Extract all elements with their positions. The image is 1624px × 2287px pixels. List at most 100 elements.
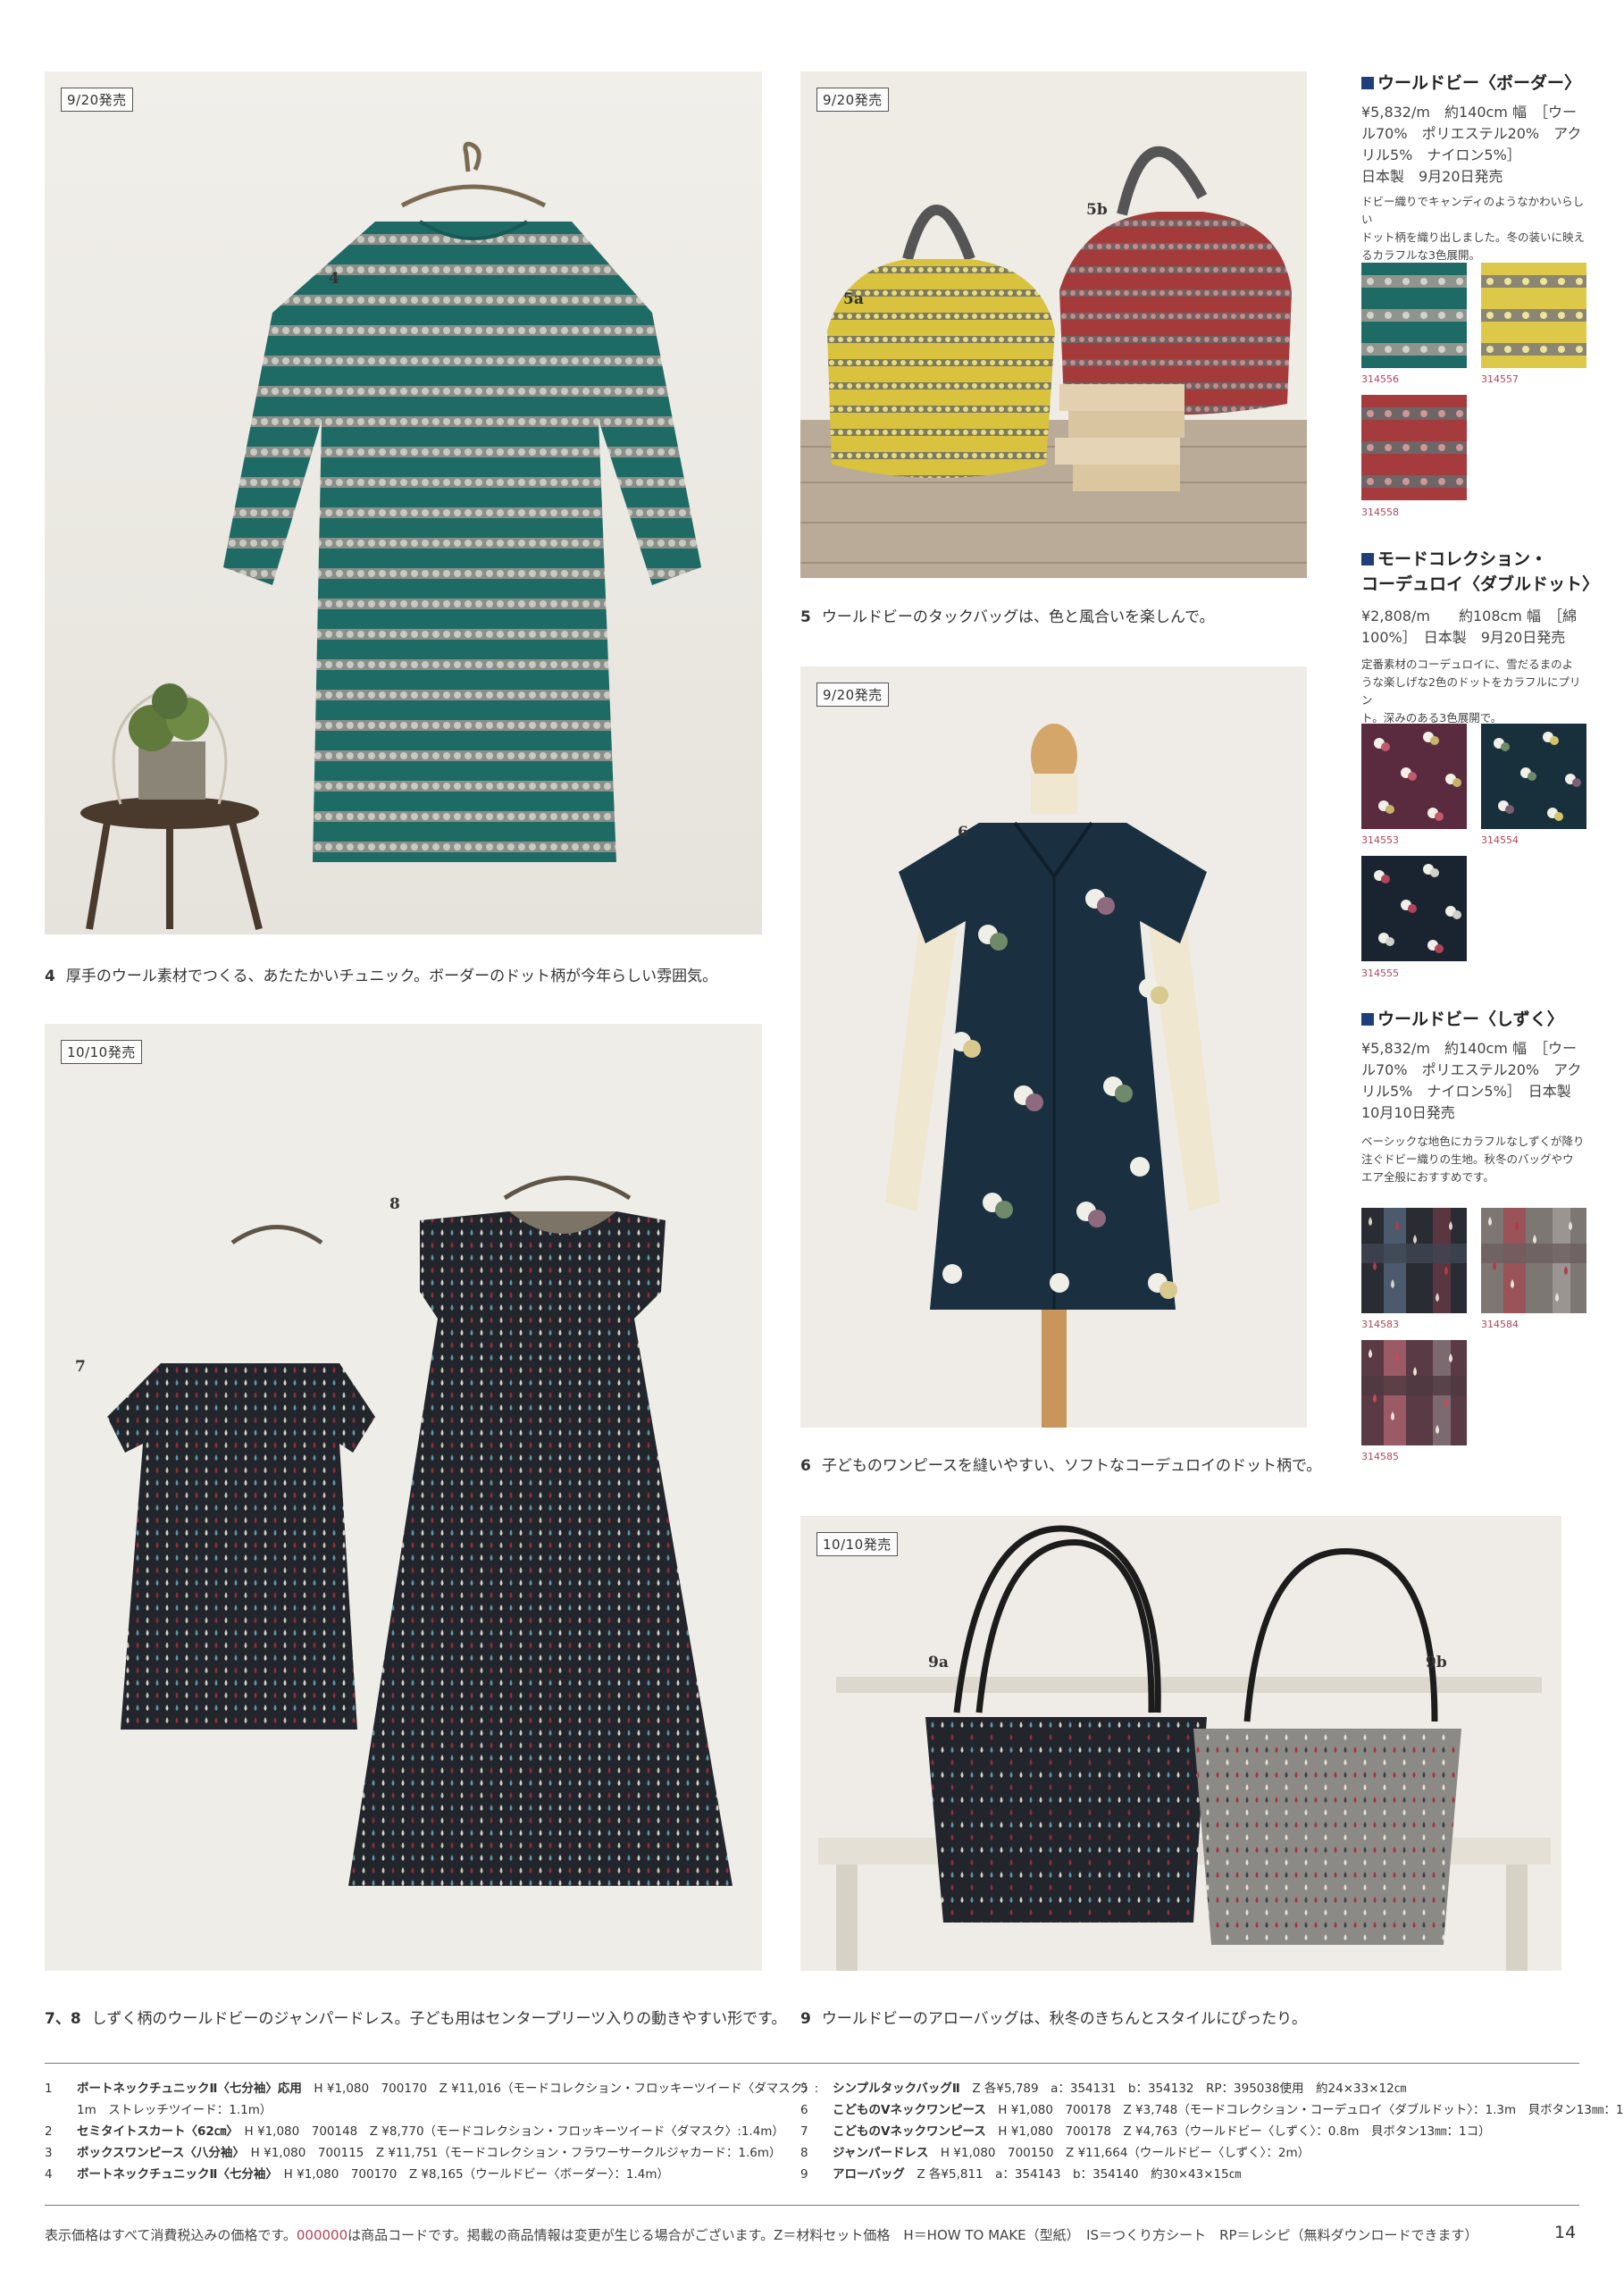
fabric-spec: ¥5,832/m 約140cm 幅 ［ウー ル70% ポリエステル20% アク … (1361, 1038, 1590, 1124)
footer-note: 表示価格はすべて消費税込みの価格です。000000は商品コードです。掲載の商品情… (45, 2225, 1478, 2244)
item-no: 5 (800, 2082, 808, 2096)
caption-text: 厚手のウール素材でつくる、あたたかいチュニック。ボーダーのドット柄が今年らしい雰… (65, 968, 718, 985)
release-badge: 9/20発売 (816, 88, 889, 112)
item-title: ボートネックチュニックⅡ〈七分袖〉応用 (77, 2082, 302, 2096)
item-no: 7 (800, 2124, 808, 2139)
product-code: 314558 (1361, 507, 1399, 518)
product-code: 314556 (1361, 373, 1399, 385)
caption-5: 5 ウールドビーのタックバッグは、色と風合いを楽しんで。 (800, 604, 1214, 626)
footer-code-example: 000000 (296, 2227, 348, 2243)
fabric-swatch-navy (1481, 724, 1586, 829)
divider (45, 2063, 1579, 2064)
caption-4: 4 厚手のウール素材でつくる、あたたかいチュニック。ボーダーのドット柄が今年らしい… (45, 963, 717, 985)
release-badge: 9/20発売 (816, 683, 889, 707)
product-code: 314555 (1361, 968, 1399, 979)
item-no: 2 (45, 2124, 53, 2139)
fabric-swatch-check-2 (1481, 1208, 1586, 1313)
spec-line: ¥5,832/m 約140cm 幅 ［ウー (1361, 104, 1577, 121)
spec-line: ¥2,808/m 約108cm 幅 ［綿 (1361, 607, 1577, 624)
fabric-title-line: モードコレクション・ (1377, 549, 1548, 569)
spec-line: ル70% ポリエステル20% アク (1361, 125, 1582, 142)
square-marker-icon (1361, 1013, 1374, 1026)
fabric-title-text: ウールドビー〈ボーダー〉 (1377, 73, 1582, 93)
caption-number: 9 (800, 2010, 811, 2028)
caption-text: 子どものワンピースを縫いやすい、ソフトなコーデュロイのドット柄で。 (821, 1457, 1322, 1475)
fabric-title-line: コーデュロイ〈ダブルドット〉 (1361, 574, 1600, 594)
list-item: 3 ボックスワンピース〈八分袖〉 H ¥1,080 700115 Z ¥11,75… (45, 2142, 782, 2160)
photo-tunic: 9/20発売 4 (45, 71, 762, 934)
list-item: 5 シンプルタックバッグⅡ Z 各¥5,789 a：354131 b：354132… (800, 2078, 1406, 2096)
fabric-description: 定番素材のコーデュロイに、雪だるまのよ うな楽しげな2色のドットをカラフルにプリ… (1361, 656, 1590, 727)
item-title: こどものVネックワンピース (833, 2103, 986, 2117)
desc-line: るカラフルな3色展開。 (1361, 248, 1480, 262)
product-code: 314585 (1361, 1451, 1399, 1462)
caption-7-8: 7、8 しずく柄のウールドビーのジャンパードレス。子ども用はセンタープリーツ入りの… (45, 2006, 786, 2028)
list-item: 6 こどものVネックワンピース H ¥1,080 700178 Z ¥3,748（… (800, 2099, 1624, 2117)
list-item: 1 ボートネックチュニックⅡ〈七分袖〉応用 H ¥1,080 700170 Z ¥… (45, 2078, 818, 2096)
item-detail: H ¥1,080 700148 Z ¥8,770（モードコレクション・フロッキー… (244, 2124, 784, 2139)
product-code: 314583 (1361, 1319, 1399, 1330)
release-badge: 9/20発売 (61, 88, 133, 112)
square-marker-icon (1361, 77, 1374, 89)
item-no: 3 (45, 2146, 53, 2160)
item-title: セミタイトスカート〈62㎝〉 (77, 2124, 233, 2139)
item-title: シンプルタックバッグⅡ (833, 2082, 960, 2096)
item-title: こどものVネックワンピース (833, 2124, 986, 2139)
item-label-b: 5b (1086, 201, 1108, 219)
caption-number: 6 (800, 1457, 811, 1475)
fabric-title-drops: ウールドビー〈しずく〉 (1361, 1006, 1564, 1030)
spec-line: リル5% ナイロン5%］ 日本製 (1361, 1083, 1571, 1100)
page-number: 14 (1554, 2223, 1577, 2242)
fabric-swatch-red (1361, 395, 1467, 500)
item-label-b: 9b (1426, 1654, 1447, 1671)
desc-line: ドット柄を織り出しました。冬の装いに映え (1361, 230, 1586, 244)
list-item: 2 セミタイトスカート〈62㎝〉 H ¥1,080 700148 Z ¥8,770… (45, 2121, 784, 2139)
fabric-spec: ¥5,832/m 約140cm 幅 ［ウー ル70% ポリエステル20% アク … (1361, 102, 1590, 188)
desc-line: 定番素材のコーデュロイに、雪だるまのよ (1361, 658, 1574, 671)
release-badge: 10/10発売 (816, 1532, 898, 1556)
list-item: 4 ボートネックチュニックⅡ〈七分袖〉 H ¥1,080 700170 Z ¥8,… (45, 2164, 669, 2182)
list-item: 7 こどものVネックワンピース H ¥1,080 700178 Z ¥4,763（… (800, 2121, 1491, 2139)
item-no: 4 (45, 2167, 53, 2182)
item-no: 1 (45, 2082, 53, 2096)
fabric-title-text: ウールドビー〈しずく〉 (1377, 1009, 1564, 1029)
item-no: 8 (800, 2146, 808, 2160)
list-item: 8 ジャンパードレス H ¥1,080 700150 Z ¥11,664（ウールド… (800, 2142, 1310, 2160)
item-no: 9 (800, 2167, 808, 2182)
item-detail: H ¥1,080 700170 Z ¥11,016（モードコレクション・フロッキ… (314, 2082, 819, 2096)
footer-text: は商品コードです。掲載の商品情報は変更が生じる場合がございます。Z＝材料セット価… (347, 2227, 1478, 2243)
square-marker-icon (1361, 553, 1374, 565)
fabric-swatch-yellow (1481, 263, 1586, 368)
spec-line: 日本製 9月20日発売 (1361, 168, 1503, 185)
item-title: ボートネックチュニックⅡ〈七分袖〉 (77, 2167, 272, 2182)
photo-arrow-bags: 10/10発売 9a 9b (800, 1516, 1561, 1971)
desc-line: うな楽しげな2色のドットをカラフルにプリン (1361, 675, 1581, 707)
item-detail: H ¥1,080 700178 Z ¥4,763（ウールドビー〈しずく〉：0.8… (998, 2124, 1491, 2139)
photo-tuck-bags: 9/20発売 5a 5b (800, 71, 1307, 578)
item-detail: Z 各¥5,811 a：354143 b：354140 約30×43×15㎝ (917, 2167, 1242, 2182)
caption-9: 9 ウールドビーのアローバッグは、秋冬のきちんとスタイルにぴったり。 (800, 2006, 1307, 2028)
footer-text: 表示価格はすべて消費税込みの価格です。 (45, 2227, 297, 2243)
product-code: 314553 (1361, 834, 1399, 846)
item-title: ジャンパードレス (833, 2146, 929, 2160)
desc-line: 注ぐドビー織りの生地。秋冬のバッグやウ (1361, 1152, 1574, 1166)
caption-text: ウールドビーのアローバッグは、秋冬のきちんとスタイルにぴったり。 (821, 2010, 1307, 2028)
item-title: アローバッグ (833, 2167, 905, 2182)
item-label-8: 8 (389, 1195, 400, 1213)
product-code: 314584 (1481, 1319, 1519, 1330)
item-label-a: 5a (843, 290, 864, 308)
spec-line: ¥5,832/m 約140cm 幅 ［ウー (1361, 1040, 1577, 1057)
product-code: 314557 (1481, 373, 1519, 385)
item-title: ボックスワンピース〈八分袖〉 (77, 2146, 239, 2160)
fabric-description: ベーシックな地色にカラフルなしずくが降り 注ぐドビー織りの生地。秋冬のバッグやウ… (1361, 1133, 1590, 1186)
caption-number: 5 (800, 608, 811, 626)
fabric-description: ドビー織りでキャンディのようなかわいらしい ドット柄を織り出しました。冬の装いに… (1361, 193, 1590, 264)
item-detail: H ¥1,080 700150 Z ¥11,664（ウールドビー〈しずく〉：2m… (940, 2146, 1310, 2160)
photo-jumper-dresses: 10/10発売 7 8 (45, 1024, 762, 1971)
item-detail: H ¥1,080 700115 Z ¥11,751（モードコレクション・フラワー… (250, 2146, 782, 2160)
item-detail: H ¥1,080 700170 Z ¥8,165（ウールドビー〈ボーダー〉：1.… (283, 2167, 670, 2182)
spec-line: ル70% ポリエステル20% アク (1361, 1061, 1582, 1078)
fabric-swatch-check-1 (1361, 1208, 1467, 1313)
item-label: 6 (958, 824, 968, 842)
desc-line: ベーシックな地色にカラフルなしずくが降り (1361, 1135, 1585, 1148)
